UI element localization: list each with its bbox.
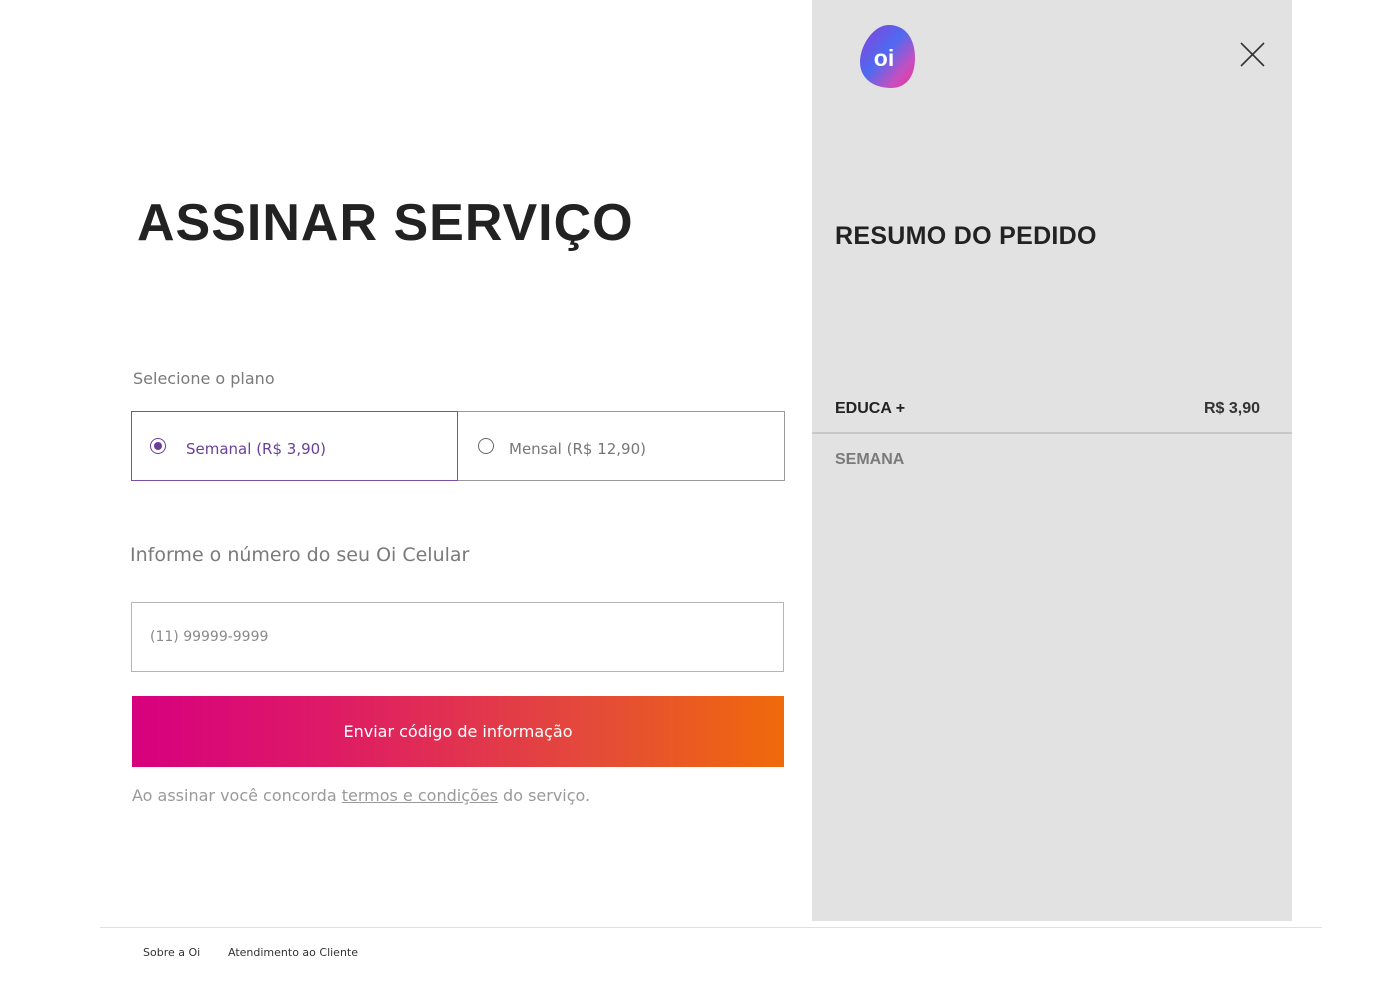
page-title: ASSINAR SERVIÇO — [137, 194, 634, 252]
phone-section-label: Informe o número do seu Oi Celular — [130, 544, 470, 566]
summary-title: RESUMO DO PEDIDO — [835, 222, 1097, 250]
footer: Sobre a Oi Atendimento ao Cliente — [100, 927, 1322, 982]
summary-item-row: EDUCA + R$ 3,90 — [812, 394, 1292, 434]
summary-period: SEMANA — [835, 451, 905, 468]
phone-number-input[interactable] — [131, 602, 784, 672]
close-icon[interactable] — [1239, 41, 1266, 68]
plan-options: Semanal (R$ 3,90) Mensal (R$ 12,90) — [131, 411, 785, 481]
terms-notice: Ao assinar você concorda termos e condiç… — [132, 786, 590, 805]
plan-option-monthly-label: Mensal (R$ 12,90) — [509, 440, 646, 458]
footer-link-about[interactable]: Sobre a Oi — [143, 946, 200, 959]
terms-prefix: Ao assinar você concorda — [132, 786, 342, 805]
footer-link-support[interactable]: Atendimento ao Cliente — [228, 946, 358, 959]
summary-item-price: R$ 3,90 — [1203, 400, 1260, 417]
plan-section-label: Selecione o plano — [133, 369, 275, 388]
terms-suffix: do serviço. — [497, 786, 591, 805]
terms-link[interactable]: termos e condições — [342, 786, 498, 805]
radio-unchecked-icon[interactable] — [478, 438, 494, 454]
send-code-button[interactable]: Enviar código de informação — [132, 696, 784, 767]
summary-item-name: EDUCA + — [835, 400, 906, 417]
order-summary-panel: oi RESUMO DO PEDIDO EDUCA + R$ 3,90 SEMA… — [812, 0, 1292, 921]
logo-text: oi — [874, 45, 894, 71]
radio-checked-icon[interactable] — [150, 438, 166, 454]
plan-option-weekly-label: Semanal (R$ 3,90) — [186, 440, 327, 458]
plan-option-monthly[interactable]: Mensal (R$ 12,90) — [458, 411, 785, 481]
oi-logo: oi — [860, 25, 915, 88]
plan-option-weekly[interactable]: Semanal (R$ 3,90) — [131, 411, 458, 481]
